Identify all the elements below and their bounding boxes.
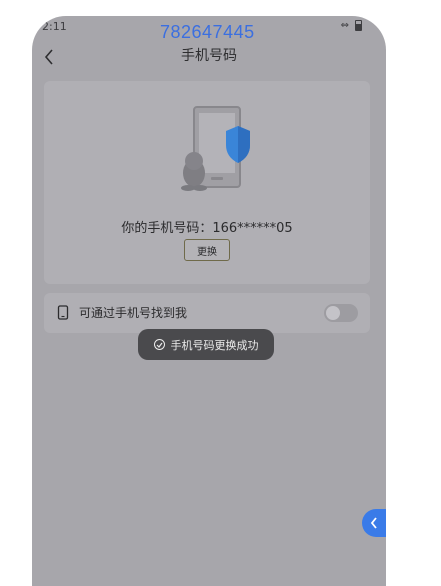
smartphone-icon xyxy=(57,305,69,320)
chevron-left-icon xyxy=(370,517,377,529)
phone-number-text: 你的手机号码：166******05 xyxy=(121,221,293,236)
check-circle-icon xyxy=(153,339,165,350)
floating-expand-button[interactable] xyxy=(362,509,386,537)
battery-icon xyxy=(355,20,362,31)
link-icon: ⇔ xyxy=(340,20,349,31)
status-icons: ⇔ xyxy=(341,20,362,31)
overlay-number: 782647445 xyxy=(160,22,255,42)
phone-security-illustration xyxy=(181,106,250,191)
find-by-phone-toggle[interactable] xyxy=(324,304,358,322)
status-time: 2:11 xyxy=(42,20,67,33)
toast-message: 手机号码更换成功 xyxy=(170,338,259,352)
phone-info-card: 你的手机号码：166******05 更换 xyxy=(44,81,370,284)
page-title: 手机号码 xyxy=(181,48,237,64)
find-by-phone-setting: 可通过手机号找到我 xyxy=(44,293,370,333)
setting-label: 可通过手机号找到我 xyxy=(79,306,188,320)
change-phone-button[interactable]: 更换 xyxy=(184,239,230,261)
toggle-knob xyxy=(326,306,340,320)
phone-screen: 2:11 ⇔ 手机号码 你的手机号码：166******05 更换 可通过手机号… xyxy=(32,16,386,586)
toast-notification: 手机号码更换成功 xyxy=(138,329,274,360)
